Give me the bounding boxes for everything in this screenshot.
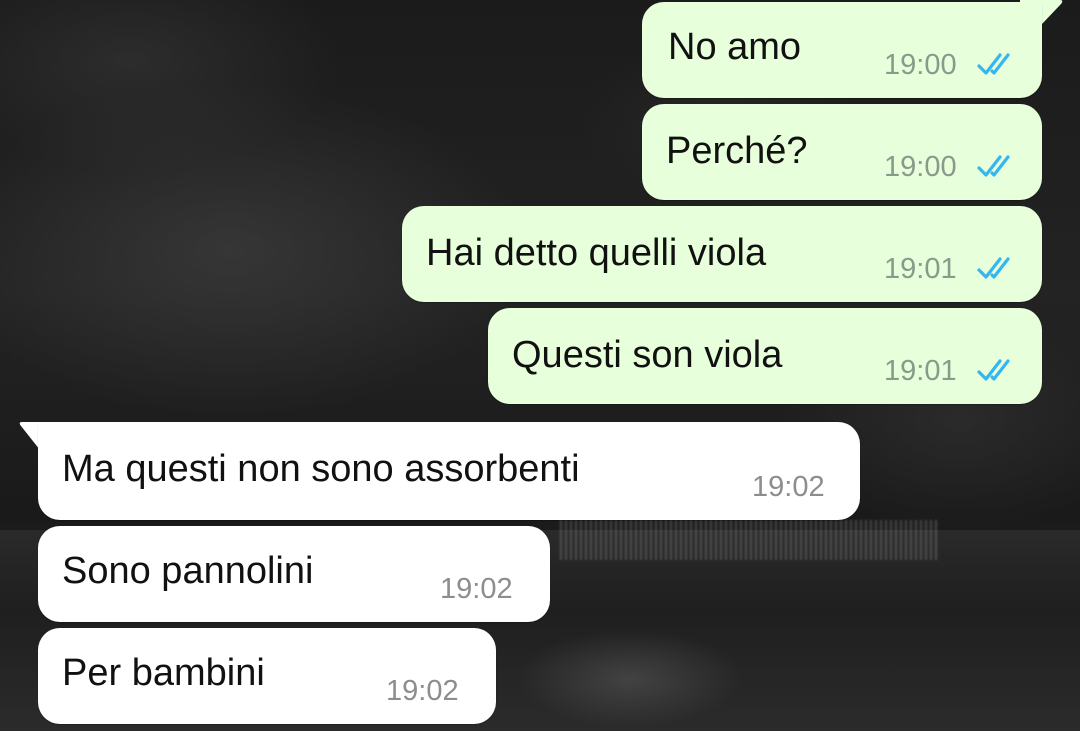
message-text: Hai detto quelli viola: [426, 232, 767, 274]
message-timestamp: 19:01: [884, 355, 957, 387]
message-timestamp: 19:01: [884, 253, 957, 285]
double-check-read-icon: [977, 257, 1010, 279]
message-bubble-outgoing[interactable]: Questi son viola 19:01: [488, 308, 1042, 404]
message-timestamp: 19:00: [884, 151, 957, 183]
message-timestamp: 19:02: [440, 573, 513, 605]
wallpaper-moonlight: [560, 520, 940, 560]
message-bubble-incoming[interactable]: Sono pannolini 19:02: [38, 526, 550, 622]
message-bubble-incoming[interactable]: Per bambini 19:02: [38, 628, 496, 724]
message-text: Perché?: [666, 130, 808, 172]
message-text: Per bambini: [62, 652, 265, 694]
double-check-read-icon: [977, 53, 1010, 75]
double-check-read-icon: [977, 359, 1010, 381]
message-bubble-outgoing[interactable]: Perché? 19:00: [642, 104, 1042, 200]
message-text: Ma questi non sono assorbenti: [62, 448, 580, 490]
message-timestamp: 19:02: [752, 471, 825, 503]
message-text: Sono pannolini: [62, 550, 314, 592]
double-check-read-icon: [977, 155, 1010, 177]
message-bubble-outgoing[interactable]: No amo 19:00: [642, 2, 1042, 98]
message-timestamp: 19:02: [386, 675, 459, 707]
message-text: No amo: [668, 26, 802, 68]
message-timestamp: 19:00: [884, 49, 957, 81]
message-bubble-outgoing[interactable]: Hai detto quelli viola 19:01: [402, 206, 1042, 302]
message-bubble-incoming[interactable]: Ma questi non sono assorbenti 19:02: [38, 422, 860, 520]
message-text: Questi son viola: [512, 334, 783, 376]
